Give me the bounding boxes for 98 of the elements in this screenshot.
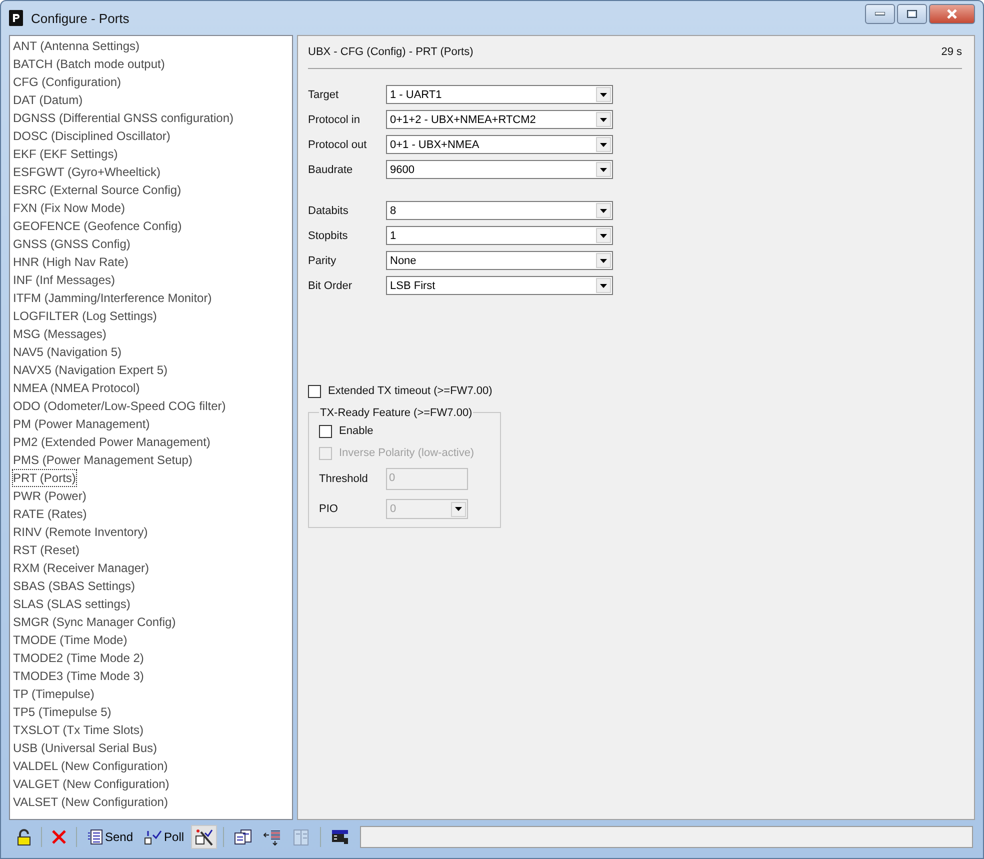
list-item[interactable]: TMODE (Time Mode) bbox=[12, 631, 128, 649]
caret-icon bbox=[600, 168, 607, 172]
toolbar-button[interactable]: Poll bbox=[140, 825, 188, 849]
list-item[interactable]: SLAS (SLAS settings) bbox=[12, 595, 132, 613]
list-item[interactable]: USB (Universal Serial Bus) bbox=[12, 739, 158, 757]
list-item[interactable]: RINV (Remote Inventory) bbox=[12, 523, 149, 541]
list-item[interactable]: RXM (Receiver Manager) bbox=[12, 559, 150, 577]
field-label: Protocol out bbox=[308, 138, 368, 150]
list-item[interactable]: TMODE2 (Time Mode 2) bbox=[12, 649, 145, 667]
maximize-button[interactable] bbox=[897, 4, 927, 24]
field-label: Threshold bbox=[319, 473, 369, 485]
dropdown[interactable]: 1 bbox=[386, 226, 613, 245]
field-label: Databits bbox=[308, 204, 350, 216]
caret-icon bbox=[600, 142, 607, 146]
list-item[interactable]: MSG (Messages) bbox=[12, 325, 108, 343]
caret-icon bbox=[600, 92, 607, 96]
close-icon bbox=[946, 9, 958, 19]
list-item[interactable]: DGNSS (Differential GNSS configuration) bbox=[12, 109, 235, 127]
list-item[interactable]: ODO (Odometer/Low-Speed COG filter) bbox=[12, 397, 227, 415]
list-item[interactable]: PMS (Power Management Setup) bbox=[12, 451, 194, 469]
list-item[interactable]: PM (Power Management) bbox=[12, 415, 151, 433]
list-item[interactable]: FXN (Fix Now Mode) bbox=[12, 199, 126, 217]
field-label: Stopbits bbox=[308, 230, 349, 242]
minimize-button[interactable] bbox=[865, 4, 895, 24]
copy-icon bbox=[234, 829, 252, 845]
list-item[interactable]: VALDEL (New Configuration) bbox=[12, 757, 169, 775]
field-label: Target bbox=[308, 88, 340, 100]
checkbox-label: Inverse Polarity (low-active) bbox=[339, 447, 474, 459]
list-item[interactable]: PWR (Power) bbox=[12, 487, 88, 505]
list-item[interactable]: ESFGWT (Gyro+Wheeltick) bbox=[12, 163, 162, 181]
field-label: Baudrate bbox=[308, 164, 354, 176]
wand-icon bbox=[195, 828, 214, 846]
list-item[interactable]: VALSET (New Configuration) bbox=[12, 793, 169, 811]
list-item[interactable]: GNSS (GNSS Config) bbox=[12, 235, 132, 253]
field-label: Bit Order bbox=[308, 280, 354, 292]
dropdown[interactable]: None bbox=[386, 251, 613, 270]
minimize-icon bbox=[875, 12, 885, 16]
caret-icon bbox=[600, 118, 607, 122]
checkbox[interactable] bbox=[308, 384, 321, 398]
list-item[interactable]: TXSLOT (Tx Time Slots) bbox=[12, 721, 144, 739]
list-item[interactable]: NAV5 (Navigation 5) bbox=[12, 343, 122, 361]
device-icon bbox=[331, 829, 350, 845]
list-item[interactable]: EKF (EKF Settings) bbox=[12, 145, 119, 163]
window-title: Configure - Ports bbox=[31, 10, 130, 26]
caret-icon bbox=[600, 258, 607, 262]
export-icon bbox=[292, 828, 310, 846]
list-item[interactable]: NAVX5 (Navigation Expert 5) bbox=[12, 361, 169, 379]
import-icon bbox=[263, 828, 282, 846]
checkbox-label: Extended TX timeout (>=FW7.00) bbox=[328, 385, 492, 397]
checklist-icon bbox=[144, 829, 162, 845]
toolbar-icon-button[interactable] bbox=[191, 825, 218, 849]
list-item[interactable]: RATE (Rates) bbox=[12, 505, 88, 523]
field-label: Protocol in bbox=[308, 114, 361, 126]
list-item[interactable]: HNR (High Nav Rate) bbox=[12, 253, 130, 271]
dropdown[interactable]: 9600 bbox=[386, 160, 613, 179]
list-item[interactable]: ITFM (Jamming/Interference Monitor) bbox=[12, 289, 213, 307]
list-item[interactable]: SMGR (Sync Manager Config) bbox=[12, 613, 177, 631]
checkbox-label: Enable bbox=[339, 425, 374, 437]
list-item[interactable]: VALGET (New Configuration) bbox=[12, 775, 170, 793]
list-item[interactable]: TP (Timepulse) bbox=[12, 685, 96, 703]
panel-heading: UBX - CFG (Config) - PRT (Ports) bbox=[308, 46, 474, 58]
maximize-icon bbox=[907, 10, 917, 18]
list-item[interactable]: TMODE3 (Time Mode 3) bbox=[12, 667, 145, 685]
app-logo-icon bbox=[9, 10, 23, 26]
field-label: Parity bbox=[308, 254, 338, 266]
dropdown[interactable]: 8 bbox=[386, 201, 613, 220]
caret-icon bbox=[600, 234, 607, 238]
close-icon bbox=[52, 830, 66, 844]
list-item[interactable]: LOGFILTER (Log Settings) bbox=[12, 307, 158, 325]
list-item[interactable]: TP5 (Timepulse 5) bbox=[12, 703, 112, 721]
caret-icon bbox=[455, 507, 462, 511]
list-item[interactable]: SBAS (SBAS Settings) bbox=[12, 577, 136, 595]
list-item[interactable]: ESRC (External Source Config) bbox=[12, 181, 182, 199]
dropdown[interactable]: 1 - UART1 bbox=[386, 85, 613, 104]
list-item[interactable]: ANT (Antenna Settings) bbox=[12, 37, 141, 55]
dropdown[interactable]: 0+1 - UBX+NMEA bbox=[386, 135, 613, 154]
list-item[interactable]: INF (Inf Messages) bbox=[12, 271, 116, 289]
document-icon bbox=[87, 829, 103, 845]
list-item[interactable]: CFG (Configuration) bbox=[12, 73, 122, 91]
group-title: TX-Ready Feature (>=FW7.00) bbox=[320, 407, 472, 419]
caret-icon bbox=[600, 208, 607, 212]
list-item[interactable]: DOSC (Disciplined Oscillator) bbox=[12, 127, 172, 145]
list-item[interactable]: PM2 (Extended Power Management) bbox=[12, 433, 212, 451]
dropdown[interactable]: LSB First bbox=[386, 276, 613, 295]
list-item[interactable]: NMEA (NMEA Protocol) bbox=[12, 379, 141, 397]
padlock-icon bbox=[17, 828, 31, 846]
list-item[interactable]: GEOFENCE (Geofence Config) bbox=[12, 217, 183, 235]
close-button[interactable] bbox=[929, 4, 975, 24]
checkbox[interactable] bbox=[319, 424, 332, 438]
caret-icon bbox=[600, 284, 607, 288]
list-item[interactable]: RST (Reset) bbox=[12, 541, 80, 559]
field-label: PIO bbox=[319, 503, 339, 515]
age-label: 29 s bbox=[941, 46, 962, 58]
dropdown[interactable]: 0+1+2 - UBX+NMEA+RTCM2 bbox=[386, 110, 613, 129]
list-item[interactable]: DAT (Datum) bbox=[12, 91, 84, 109]
toolbar-button[interactable]: Send bbox=[83, 825, 138, 849]
list-item[interactable]: PRT (Ports) bbox=[12, 469, 77, 487]
list-item[interactable]: BATCH (Batch mode output) bbox=[12, 55, 166, 73]
